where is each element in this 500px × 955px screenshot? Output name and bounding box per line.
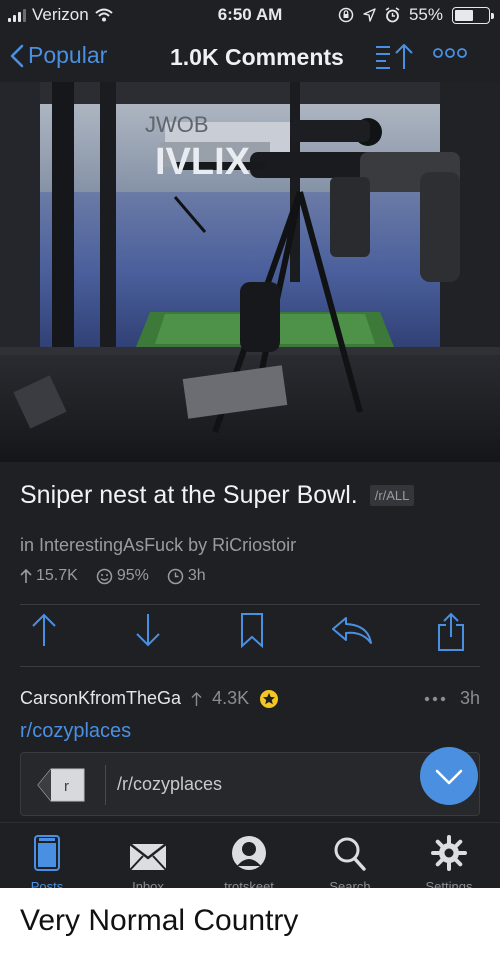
gear-icon	[431, 835, 467, 871]
battery-percent: 55%	[408, 5, 443, 24]
divider	[20, 604, 480, 605]
clock-icon	[167, 568, 184, 584]
comment-header: CarsonKfromTheGa 4.3K	[20, 688, 279, 709]
search-icon	[334, 837, 366, 871]
arrow-up-icon	[191, 691, 202, 706]
reply-icon	[332, 617, 372, 644]
sort-button[interactable]	[374, 42, 418, 75]
tab-bar: Posts Inbox trotskeet Search Settings	[0, 822, 500, 888]
battery-level	[455, 9, 473, 21]
tab-label: trotskeet	[224, 879, 274, 888]
arrow-up-icon	[20, 568, 32, 583]
comment-age: 3h	[459, 688, 480, 708]
share-icon	[438, 612, 464, 651]
bookmark-icon	[241, 613, 263, 649]
comment-author[interactable]: CarsonKfromTheGa	[20, 688, 181, 709]
more-dots-icon[interactable]	[424, 696, 446, 702]
arrow-up-icon	[32, 613, 56, 646]
post-age: 3h	[187, 567, 206, 584]
meme-caption: Very Normal Country	[20, 904, 299, 937]
nav-bar: Popular 1.0K Comments	[0, 32, 500, 80]
location-icon	[363, 8, 376, 22]
tab-search[interactable]: Search	[300, 829, 400, 888]
collapse-fab-button[interactable]	[420, 747, 478, 805]
back-label: Popular	[28, 42, 108, 68]
mail-icon	[129, 843, 167, 871]
flair-badge: /r/ALL	[369, 485, 415, 506]
status-bar: Verizon 6:50 AM 55%	[0, 0, 500, 30]
super-bowl-logo: IVLIX	[155, 141, 251, 183]
reply-button[interactable]	[330, 612, 374, 653]
award-star-icon	[260, 689, 279, 708]
comment-score: 4.3K	[212, 688, 250, 708]
save-button[interactable]	[240, 612, 264, 653]
arrow-down-icon	[136, 614, 160, 647]
upvote-count: 15.7K	[36, 567, 78, 584]
share-button[interactable]	[436, 612, 466, 657]
more-icon	[433, 48, 467, 58]
tab-inbox[interactable]: Inbox	[98, 829, 198, 888]
alarm-icon	[385, 7, 400, 23]
tag-icon: r	[37, 768, 85, 807]
tab-label: Posts	[30, 879, 64, 888]
chevron-left-icon	[10, 44, 24, 67]
divider	[20, 666, 480, 667]
post-actions	[0, 612, 500, 662]
upvote-button[interactable]	[30, 612, 58, 653]
user-icon	[232, 836, 266, 870]
link-card-label: /r/cozyplaces	[117, 774, 223, 794]
stadium-sign-text: JWOB	[145, 112, 209, 137]
post-meta[interactable]: in InterestingAsFuck by RiCriostoir	[20, 535, 296, 556]
app-screen: Verizon 6:50 AM 55% Popular 1.0K Comment…	[0, 0, 500, 888]
battery-icon	[452, 6, 494, 24]
tab-label: Settings	[425, 879, 473, 888]
tag-letter: r	[64, 778, 69, 795]
more-button[interactable]	[432, 46, 468, 64]
chevron-down-icon	[435, 769, 463, 785]
posts-icon	[34, 835, 60, 871]
page-title: 1.0K Comments	[170, 44, 344, 70]
post-stats: 15.7K 95% 3h	[20, 567, 206, 585]
downvote-button[interactable]	[134, 612, 162, 653]
smile-icon	[96, 568, 113, 584]
sort-icon	[376, 44, 413, 69]
back-button[interactable]: Popular	[10, 42, 107, 69]
post-title[interactable]: Sniper nest at the Super Bowl. /r/ALL	[20, 481, 415, 510]
tab-settings[interactable]: Settings	[399, 829, 499, 888]
comment-text-link[interactable]: r/cozyplaces	[20, 720, 131, 743]
tab-label: Search	[329, 879, 371, 888]
tab-label: Inbox	[132, 879, 164, 888]
stadium-photo: JWOB IVLIX	[0, 82, 500, 462]
rotation-lock-icon	[338, 7, 354, 23]
post-title-text: Sniper nest at the Super Bowl.	[20, 481, 358, 509]
upvote-ratio: 95%	[116, 567, 149, 584]
post-image[interactable]: JWOB IVLIX	[0, 82, 500, 462]
tab-profile[interactable]: trotskeet	[199, 829, 299, 888]
tab-posts[interactable]: Posts	[0, 829, 97, 888]
subreddit-link-card[interactable]: r /r/cozyplaces	[20, 752, 480, 816]
